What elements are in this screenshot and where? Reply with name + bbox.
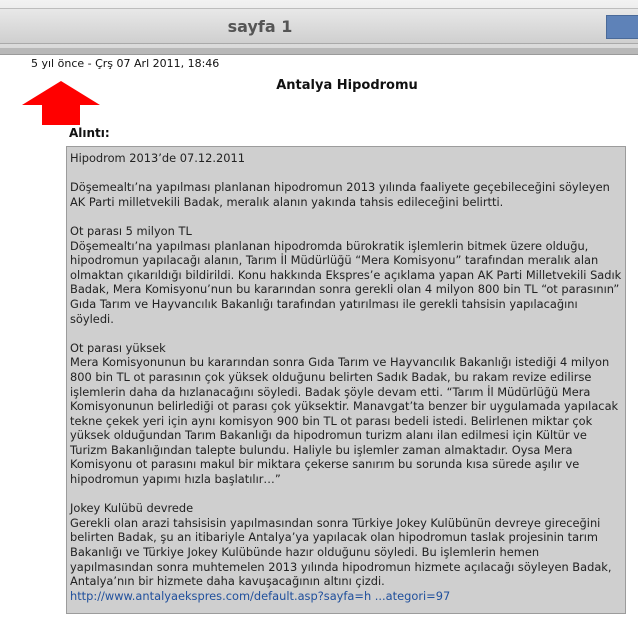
quote-paragraph: Ot parası yüksek Mera Komisyonunun bu ka…: [70, 340, 619, 487]
quote-paragraph: Ot parası 5 milyon TL Döşemealtı’na yapı…: [70, 223, 622, 326]
header-bar: sayfa 1: [0, 0, 638, 49]
header-color-box[interactable]: [606, 15, 638, 39]
header-inner: sayfa 1: [0, 8, 638, 44]
post-timestamp: 5 yıl önce - Çrş 07 Arl 2011, 18:46: [31, 57, 220, 70]
quote-paragraph: Döşemealtı’na yapılması planlanan hipodr…: [70, 180, 610, 209]
post-title: Antalya Hipodromu: [276, 78, 418, 93]
quote-box: Hipodrom 2013’de 07.12.2011 Döşemealtı’n…: [66, 146, 626, 614]
source-link[interactable]: http://www.antalyaekspres.com/default.as…: [70, 589, 450, 603]
quote-paragraph: Hipodrom 2013’de 07.12.2011: [70, 151, 245, 165]
quote-label: Alıntı:: [69, 126, 110, 140]
header-separator: [0, 48, 638, 55]
page-title: sayfa 1: [227, 17, 293, 36]
quote-paragraph: Jokey Kulübü devrede Gerekli olan arazi …: [70, 501, 612, 589]
